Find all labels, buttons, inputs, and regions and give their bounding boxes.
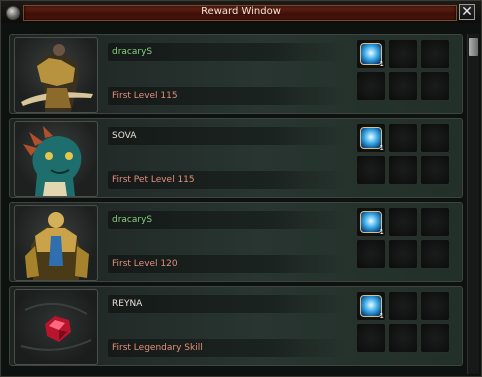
- reward-slot-filled[interactable]: 1: [356, 39, 386, 69]
- reward-slot-empty[interactable]: [356, 323, 386, 353]
- reward-slot-empty[interactable]: [420, 323, 450, 353]
- reward-slot-empty[interactable]: [420, 239, 450, 269]
- list-item: REYNA First Legendary Skill 1: [9, 286, 463, 366]
- reward-slot-filled[interactable]: 1: [356, 291, 386, 321]
- list-item: SOVA First Pet Level 115 1: [9, 118, 463, 198]
- warrior-portrait: [14, 37, 98, 113]
- reward-slot-empty[interactable]: [356, 239, 386, 269]
- reward-quantity: 1: [379, 144, 384, 152]
- pet-name: SOVA: [108, 127, 346, 145]
- close-icon: ✕: [461, 4, 473, 20]
- reward-slots: 1: [356, 291, 452, 355]
- reward-slot-empty[interactable]: [420, 155, 450, 185]
- armored-warrior-portrait: [14, 205, 98, 281]
- scroll-thumb[interactable]: [469, 38, 478, 56]
- reward-list: dracaryS First Level 115 1 SOVA First Pe…: [9, 34, 465, 374]
- reward-slot-filled[interactable]: 1: [356, 207, 386, 237]
- achievement-description: First Pet Level 115: [108, 171, 346, 189]
- reward-slot-empty[interactable]: [388, 291, 418, 321]
- reward-slot-empty[interactable]: [388, 323, 418, 353]
- reward-quantity: 1: [379, 60, 384, 68]
- reward-slots: 1: [356, 123, 452, 187]
- red-gem-portrait: [14, 289, 98, 365]
- reward-slot-empty[interactable]: [388, 239, 418, 269]
- reward-slot-empty[interactable]: [388, 39, 418, 69]
- reward-slot-empty[interactable]: [388, 207, 418, 237]
- scrollbar[interactable]: [467, 34, 479, 374]
- reward-slot-empty[interactable]: [388, 155, 418, 185]
- player-name: dracaryS: [108, 43, 346, 61]
- title-bar[interactable]: Reward Window ✕: [1, 1, 481, 23]
- achievement-description: First Level 115: [108, 87, 346, 105]
- reward-slot-empty[interactable]: [420, 71, 450, 101]
- reward-slot-empty[interactable]: [356, 155, 386, 185]
- reward-slot-empty[interactable]: [420, 123, 450, 153]
- player-name: REYNA: [108, 295, 346, 313]
- reward-slot-empty[interactable]: [356, 71, 386, 101]
- reward-slot-empty[interactable]: [388, 123, 418, 153]
- close-button[interactable]: ✕: [459, 4, 475, 20]
- reward-slots: 1: [356, 207, 452, 271]
- reward-quantity: 1: [379, 312, 384, 320]
- player-name: dracaryS: [108, 211, 346, 229]
- reward-slot-empty[interactable]: [420, 291, 450, 321]
- reward-slots: 1: [356, 39, 452, 103]
- list-item: dracaryS First Level 115 1: [9, 34, 463, 114]
- reward-slot-empty[interactable]: [420, 207, 450, 237]
- reward-slot-empty[interactable]: [420, 39, 450, 69]
- window-title: Reward Window: [201, 6, 281, 17]
- reward-slot-filled[interactable]: 1: [356, 123, 386, 153]
- dragon-pet-portrait: [14, 121, 98, 197]
- achievement-description: First Level 120: [108, 255, 346, 273]
- reward-window: Reward Window ✕ dracaryS First Level 115: [0, 0, 482, 377]
- reward-quantity: 1: [379, 228, 384, 236]
- list-item: dracaryS First Level 120 1: [9, 202, 463, 282]
- achievement-description: First Legendary Skill: [108, 339, 346, 357]
- reward-slot-empty[interactable]: [388, 71, 418, 101]
